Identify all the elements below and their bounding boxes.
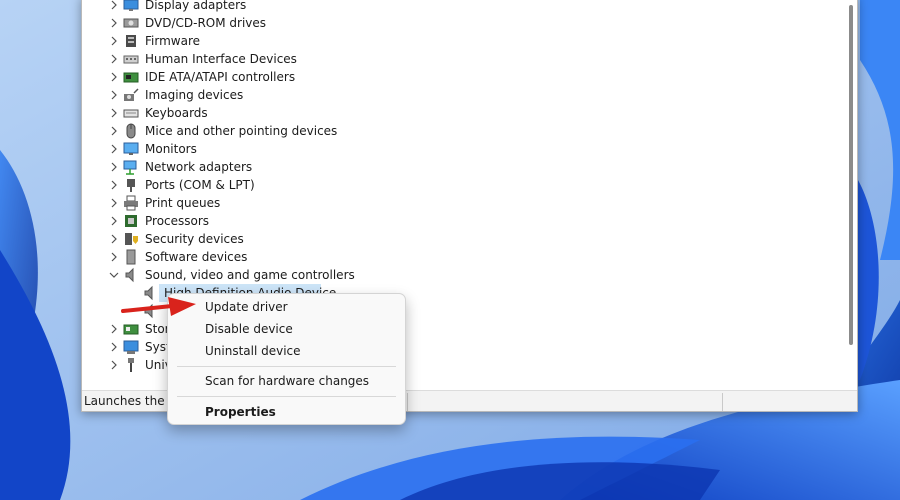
- tree-item-ports[interactable]: Ports (COM & LPT): [82, 176, 782, 194]
- tree-item-label: Human Interface Devices: [145, 52, 297, 66]
- tree-item-label: Mice and other pointing devices: [145, 124, 338, 138]
- tree-item-imaging-devices[interactable]: Imaging devices: [82, 86, 782, 104]
- tree-item-label: IDE ATA/ATAPI controllers: [145, 70, 296, 84]
- chevron-right-icon[interactable]: [108, 179, 120, 191]
- menu-item-properties[interactable]: Properties: [172, 402, 401, 423]
- tree-item-ide-controllers[interactable]: IDE ATA/ATAPI controllers: [82, 68, 782, 86]
- tree-item-label: Imaging devices: [145, 88, 244, 102]
- monitor-icon: [123, 142, 139, 155]
- keyboard-icon: [123, 109, 139, 118]
- chevron-right-icon[interactable]: [108, 359, 120, 371]
- dvd-drive-icon: [123, 18, 139, 28]
- status-divider: [407, 393, 408, 411]
- menu-item-label: Uninstall device: [205, 344, 301, 358]
- chevron-right-icon[interactable]: [108, 17, 120, 29]
- tree-item-network-adapters[interactable]: Network adapters: [82, 158, 782, 176]
- tree-item-label: Processors: [145, 214, 210, 228]
- tree-item-label: Security devices: [145, 232, 244, 246]
- tree-item-label: Keyboards: [145, 106, 208, 120]
- chevron-right-icon[interactable]: [108, 143, 120, 155]
- tree-item-display-adapters[interactable]: Display adapters: [82, 0, 782, 14]
- tree-item-label: Print queues: [145, 196, 221, 210]
- menu-item-scan-hardware[interactable]: Scan for hardware changes: [172, 371, 401, 392]
- tree-item-label: Sound, video and game controllers: [145, 268, 355, 282]
- tree-item-processors[interactable]: Processors: [82, 212, 782, 230]
- usb-icon: [128, 358, 134, 372]
- chevron-right-icon[interactable]: [108, 251, 120, 263]
- hid-icon: [123, 55, 139, 64]
- menu-item-update-driver[interactable]: Update driver: [172, 297, 401, 318]
- network-adapter-icon: [123, 160, 137, 175]
- menu-item-label: Scan for hardware changes: [205, 374, 370, 388]
- tree-item-sound-video-game[interactable]: Sound, video and game controllers: [82, 266, 782, 284]
- system-icon: [123, 340, 139, 354]
- mouse-icon: [126, 123, 136, 139]
- menu-item-label: Update driver: [205, 300, 288, 314]
- chevron-right-icon[interactable]: [108, 89, 120, 101]
- chevron-right-icon[interactable]: [108, 341, 120, 353]
- storage-icon: [123, 324, 139, 335]
- menu-item-label: Properties: [205, 405, 276, 419]
- printer-icon: [124, 195, 138, 211]
- processor-icon: [125, 215, 137, 227]
- tree-item-hid[interactable]: Human Interface Devices: [82, 50, 782, 68]
- tree-item-mice[interactable]: Mice and other pointing devices: [82, 122, 782, 140]
- display-adapter-icon: [123, 0, 139, 11]
- menu-item-disable-device[interactable]: Disable device: [172, 319, 401, 340]
- tree-item-label: DVD/CD-ROM drives: [145, 16, 267, 30]
- tree-item-label: Ports (COM & LPT): [145, 178, 255, 192]
- chevron-down-icon[interactable]: [108, 269, 120, 281]
- software-device-icon: [126, 249, 136, 265]
- chevron-right-icon[interactable]: [108, 107, 120, 119]
- tree-item-dvd-drives[interactable]: DVD/CD-ROM drives: [82, 14, 782, 32]
- chevron-right-icon[interactable]: [108, 35, 120, 47]
- tree-item-label: Monitors: [145, 142, 197, 156]
- tree-item-keyboards[interactable]: Keyboards: [82, 104, 782, 122]
- speaker-icon: [125, 267, 134, 283]
- firmware-icon: [126, 35, 136, 47]
- camera-icon: [124, 88, 139, 101]
- tree-item-label: Software devices: [145, 250, 248, 264]
- chevron-right-icon[interactable]: [108, 215, 120, 227]
- chevron-right-icon[interactable]: [108, 0, 120, 11]
- chevron-right-icon[interactable]: [108, 53, 120, 65]
- tree-item-print-queues[interactable]: Print queues: [82, 194, 782, 212]
- menu-separator: [177, 366, 396, 367]
- tree-item-label: Stor: [145, 322, 170, 336]
- port-icon: [127, 179, 135, 192]
- chevron-right-icon[interactable]: [108, 125, 120, 137]
- tree-item-security-devices[interactable]: Security devices: [82, 230, 782, 248]
- context-menu: Update driver Disable device Uninstall d…: [167, 293, 406, 425]
- chevron-right-icon[interactable]: [108, 71, 120, 83]
- tree-item-label: Network adapters: [145, 160, 253, 174]
- chevron-right-icon[interactable]: [108, 233, 120, 245]
- chevron-right-icon[interactable]: [108, 161, 120, 173]
- ide-controller-icon: [123, 72, 139, 83]
- status-divider: [722, 393, 723, 411]
- tree-item-label: Display adapters: [145, 0, 247, 12]
- tree-item-label: Firmware: [145, 34, 200, 48]
- vertical-scrollbar[interactable]: [849, 5, 853, 345]
- tree-item-software-devices[interactable]: Software devices: [82, 248, 782, 266]
- menu-item-uninstall-device[interactable]: Uninstall device: [172, 341, 401, 362]
- chevron-right-icon[interactable]: [108, 323, 120, 335]
- security-device-icon: [125, 233, 138, 245]
- tree-item-monitors[interactable]: Monitors: [82, 140, 782, 158]
- chevron-right-icon[interactable]: [108, 197, 120, 209]
- menu-item-label: Disable device: [205, 322, 293, 336]
- menu-separator: [177, 396, 396, 397]
- tree-item-firmware[interactable]: Firmware: [82, 32, 782, 50]
- red-arrow-icon: [121, 297, 196, 316]
